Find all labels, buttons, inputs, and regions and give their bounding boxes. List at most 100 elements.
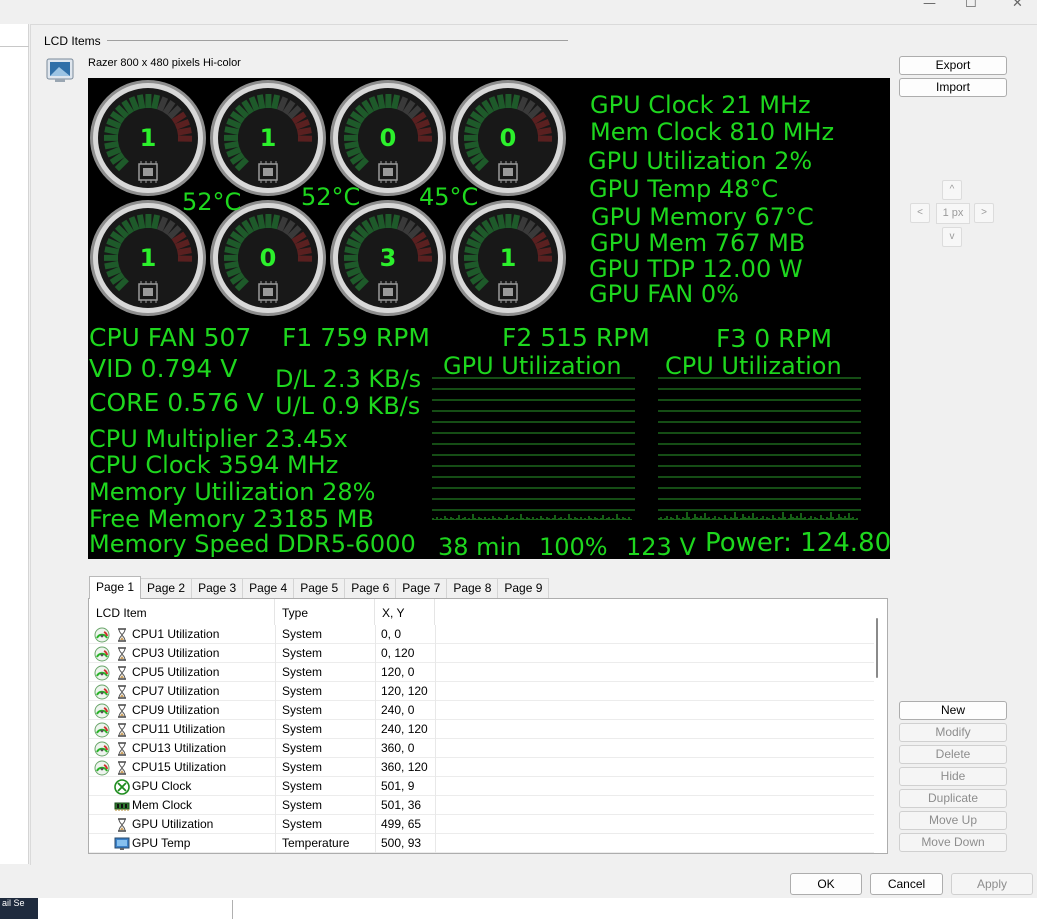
item-name: CPU11 Utilization [132, 722, 226, 736]
gauge-icon [94, 627, 110, 643]
import-button[interactable]: Import [899, 78, 1007, 97]
gauge-icon [94, 665, 110, 681]
group-divider [104, 40, 568, 41]
column-separator [275, 796, 276, 815]
column-header-type[interactable]: Type [275, 599, 375, 625]
gauge-icon [94, 646, 110, 662]
vid-voltage: VID 0.794 V [89, 354, 238, 383]
column-header-xy[interactable]: X, Y [375, 599, 435, 625]
list-row[interactable]: CPU1 Utilization System 0, 0 [89, 625, 874, 644]
column-separator [375, 777, 376, 796]
list-row[interactable]: CPU5 Utilization System 120, 0 [89, 663, 874, 682]
nudge-left-button[interactable]: < [910, 203, 930, 223]
item-position: 240, 0 [381, 703, 415, 717]
delete-button[interactable]: Delete [899, 745, 1007, 764]
item-name: CPU3 Utilization [132, 646, 220, 660]
gauge-segment [151, 94, 161, 110]
tab-page-1[interactable]: Page 1 [89, 576, 142, 599]
tab-page-5[interactable]: Page 5 [293, 578, 346, 599]
modify-button[interactable]: Modify [899, 723, 1007, 742]
cancel-button[interactable]: Cancel [870, 873, 943, 895]
tab-page-9[interactable]: Page 9 [497, 578, 550, 599]
nudge-step-field[interactable]: 1 px [936, 203, 970, 224]
cpu-gauge: 1 [448, 198, 568, 318]
export-button[interactable]: Export [899, 56, 1007, 75]
item-type: System [282, 760, 323, 774]
tab-page-7[interactable]: Page 7 [395, 578, 448, 599]
nudge-up-button[interactable]: ^ [942, 180, 962, 200]
device-name: Razer 800 x 480 pixels Hi-color [88, 57, 241, 69]
fan-f2: F2 515 RPM [502, 323, 650, 352]
free-memory: Free Memory 23185 MB [89, 505, 374, 533]
gauge-segment [136, 214, 146, 230]
hourglass-icon [114, 760, 130, 776]
item-type: System [282, 798, 323, 812]
tab-page-6[interactable]: Page 6 [344, 578, 397, 599]
tab-page-4[interactable]: Page 4 [242, 578, 295, 599]
gpu-graph-title: GPU Utilization [443, 352, 622, 380]
list-row[interactable]: CPU7 Utilization System 120, 120 [89, 682, 874, 701]
column-separator [435, 625, 436, 644]
battery-percent: 100% [539, 533, 608, 559]
taskbar-app[interactable]: ail Se [0, 898, 38, 919]
nudge-down-button[interactable]: v [942, 227, 962, 247]
gauge-segment [376, 214, 386, 230]
list-row[interactable]: CPU13 Utilization System 360, 0 [89, 739, 874, 758]
gpu-temp: GPU Temp 48°C [589, 175, 779, 203]
hourglass-icon [114, 684, 130, 700]
item-name: CPU7 Utilization [132, 684, 220, 698]
column-separator [435, 701, 436, 720]
list-row[interactable]: CPU9 Utilization System 240, 0 [89, 701, 874, 720]
duplicate-button[interactable]: Duplicate [899, 789, 1007, 808]
list-row[interactable]: GPU Temp Temperature 500, 93 [89, 834, 874, 853]
list-row[interactable]: Mem Clock System 501, 36 [89, 796, 874, 815]
list-row[interactable]: GPU Clock System 501, 9 [89, 777, 874, 796]
lcd-device-icon [46, 58, 74, 82]
memory-speed: Memory Speed DDR5-6000 [89, 530, 416, 558]
column-separator [275, 777, 276, 796]
lcd-items-list[interactable]: LCD Item Type X, Y CPU1 Utilization Syste… [88, 598, 888, 854]
column-header-lcd-item[interactable]: LCD Item [89, 599, 275, 625]
list-row[interactable]: CPU11 Utilization System 240, 120 [89, 720, 874, 739]
list-scrollbar[interactable] [874, 618, 880, 678]
taskbar-divider [232, 900, 233, 919]
apply-button[interactable]: Apply [951, 873, 1033, 895]
cpu-gauge: 3 [328, 198, 448, 318]
hide-button[interactable]: Hide [899, 767, 1007, 786]
hourglass-icon [114, 722, 130, 738]
column-separator [435, 796, 436, 815]
item-position: 240, 120 [381, 722, 428, 736]
move-down-button[interactable]: Move Down [899, 833, 1007, 852]
column-separator [275, 834, 276, 853]
move-up-button[interactable]: Move Up [899, 811, 1007, 830]
hourglass-icon [114, 817, 130, 833]
maximize-icon[interactable]: ☐ [965, 0, 977, 11]
column-separator [275, 625, 276, 644]
gauge-segment [391, 214, 401, 230]
column-separator [375, 720, 376, 739]
hourglass-icon [114, 627, 130, 643]
gauge-segment [511, 94, 521, 110]
power: Power: 124.80 [705, 528, 890, 558]
gauge-icon [94, 722, 110, 738]
gauge-value: 0 [379, 124, 397, 152]
group-label: LCD Items [44, 34, 107, 48]
tab-page-2[interactable]: Page 2 [140, 578, 193, 599]
tab-page-3[interactable]: Page 3 [191, 578, 244, 599]
list-row[interactable]: CPU15 Utilization System 360, 120 [89, 758, 874, 777]
close-icon[interactable]: ✕ [1012, 0, 1023, 11]
ok-button[interactable]: OK [790, 873, 862, 895]
minimize-icon[interactable]: — [923, 0, 936, 11]
item-position: 0, 0 [381, 627, 402, 641]
list-row[interactable]: GPU Utilization System 499, 65 [89, 815, 874, 834]
new-button[interactable]: New [899, 701, 1007, 720]
list-row[interactable]: CPU3 Utilization System 0, 120 [89, 644, 874, 663]
tab-page-8[interactable]: Page 8 [446, 578, 499, 599]
nudge-right-button[interactable]: > [974, 203, 994, 223]
item-name: CPU1 Utilization [132, 627, 220, 641]
fan-f3: F3 0 RPM [716, 324, 833, 353]
cpu-multiplier: CPU Multiplier 23.45x [89, 425, 348, 453]
item-type: System [282, 627, 323, 641]
item-position: 499, 65 [381, 817, 422, 831]
gauge-value: 1 [259, 124, 277, 152]
